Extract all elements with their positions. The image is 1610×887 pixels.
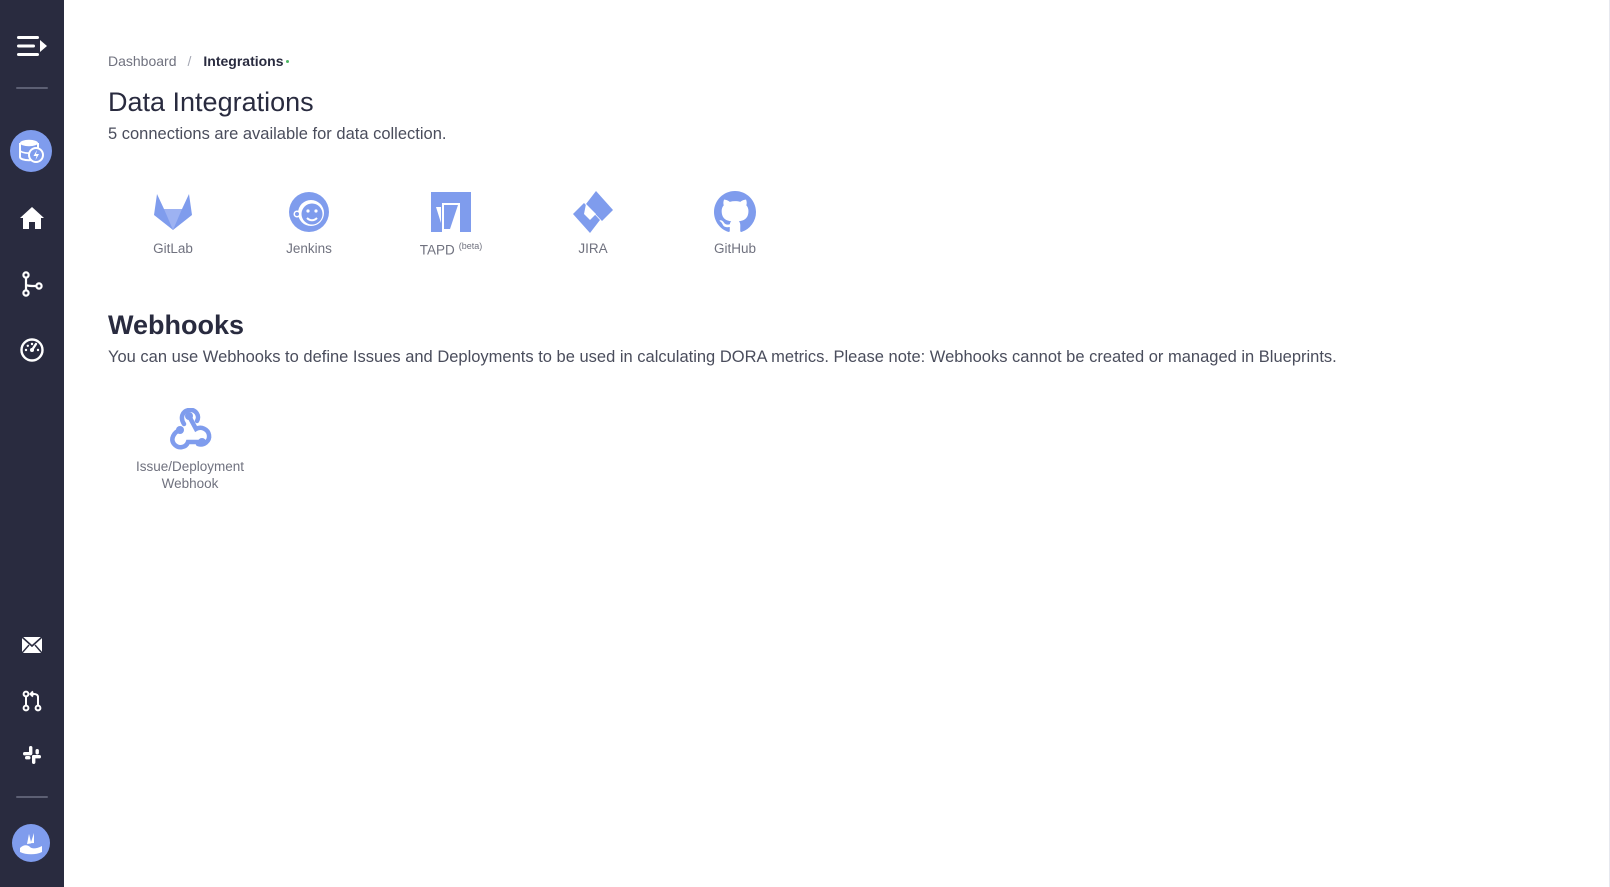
nav-slack[interactable] [0,733,64,777]
connection-label: GitHub [713,241,757,256]
connection-label: JIRA [578,241,608,256]
connection-label: Jenkins [286,241,332,256]
nav-pipelines[interactable] [0,262,64,306]
connection-label: TAPD (beta) [419,241,483,258]
connection-gitlab[interactable]: GitLab [108,190,238,258]
connection-jenkins[interactable]: Jenkins [238,190,380,258]
tapd-icon [429,190,473,234]
blueprint-logo[interactable] [10,130,52,172]
pipeline-branch-icon [22,271,43,297]
nav-pull-requests[interactable] [0,679,64,723]
pull-request-icon [22,690,42,712]
page-subtitle: 5 connections are available for data col… [108,125,447,143]
nav-home[interactable] [0,196,64,240]
dashboard-gauge-icon [20,338,44,362]
webhooks-description: You can use Webhooks to define Issues an… [108,348,1337,366]
nav-dashboards[interactable] [0,328,64,372]
jira-icon [571,190,615,234]
sidebar-divider-bottom [16,796,48,798]
connections-grid: GitLab Jenkins TAPD (beta) JIRA GitHub [108,190,806,258]
app-root: Dashboard / Integrations Data Integratio… [0,0,1610,887]
connection-tapd[interactable]: TAPD (beta) [380,190,522,258]
sidebar-divider-top [16,87,48,89]
beta-badge: (beta) [458,241,483,251]
breadcrumb-dashboard-link[interactable]: Dashboard [108,53,177,69]
main-content: Dashboard / Integrations Data Integratio… [64,0,1610,887]
breadcrumb: Dashboard / Integrations [108,53,289,69]
connection-label: GitLab [153,241,193,256]
page-title: Data Integrations [108,87,314,117]
database-bolt-icon [19,139,44,163]
menu-toggle-icon [17,36,47,56]
avatar-rabbit-icon [20,833,42,855]
home-icon [20,207,44,229]
webhook-icon [170,408,212,450]
user-avatar[interactable] [12,824,50,862]
webhook-label: Issue/Deployment Webhook [135,459,245,491]
sidebar [0,0,64,887]
breadcrumb-current: Integrations [203,53,284,69]
gitlab-icon [151,190,195,234]
menu-toggle-button[interactable] [0,24,64,68]
webhooks-section-title: Webhooks [108,310,245,340]
connection-github[interactable]: GitHub [664,190,806,258]
jenkins-icon [287,190,331,234]
github-icon [713,190,757,234]
webhook-issue-deployment[interactable]: Issue/Deployment Webhook [108,408,272,492]
mail-icon [21,636,43,654]
status-dot [285,59,289,63]
breadcrumb-separator: / [187,53,192,69]
slack-icon [23,746,41,764]
nav-mail[interactable] [0,623,64,667]
connection-jira[interactable]: JIRA [522,190,664,258]
